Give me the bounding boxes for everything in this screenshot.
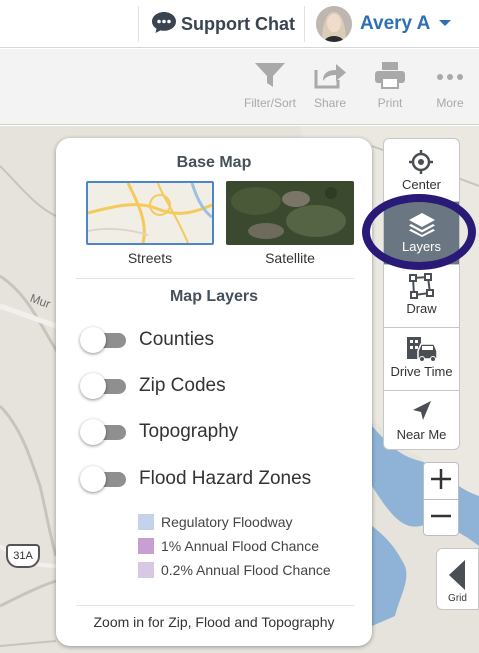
zoom-control	[423, 462, 459, 536]
base-map-title: Base Map	[176, 154, 252, 171]
near-me-button[interactable]: Near Me	[384, 391, 459, 449]
counties-label: Counties	[139, 329, 214, 350]
avatar	[316, 6, 352, 42]
zoom-in-button[interactable]	[424, 463, 458, 499]
center-label: Center	[401, 177, 442, 192]
zip-codes-label: Zip Codes	[139, 375, 226, 396]
route-shield-label: 31A	[13, 550, 33, 562]
filter-sort-label: Filter/Sort	[243, 96, 296, 110]
chevron-left-icon	[447, 559, 467, 596]
toggle-switch[interactable]	[80, 327, 126, 353]
drive-time-label: Drive Time	[390, 364, 453, 379]
action-toolbar: Filter/Sort Share Print More	[0, 49, 479, 125]
streets-label: Streets	[127, 250, 173, 266]
layers-button[interactable]: Layers	[384, 202, 459, 264]
plus-icon	[430, 468, 452, 495]
topography-label: Topography	[139, 421, 239, 442]
layers-icon	[408, 211, 436, 242]
legend-label: 0.2% Annual Flood Chance	[161, 562, 331, 578]
section-divider	[76, 278, 354, 279]
topography-layer-toggle[interactable]: Topography	[80, 419, 239, 445]
legend-item: 0.2% Annual Flood Chance	[138, 562, 331, 578]
more-icon	[434, 74, 466, 93]
filter-sort-button[interactable]: Filter/Sort	[240, 61, 300, 110]
legend-swatch	[138, 538, 154, 554]
crosshair-icon	[408, 149, 434, 180]
flood-hazard-layer-toggle[interactable]: Flood Hazard Zones	[80, 466, 312, 492]
minus-icon	[430, 505, 452, 532]
drive-time-button[interactable]: Drive Time	[384, 328, 459, 390]
satellite-label: Satellite	[265, 250, 315, 266]
caret-down-icon	[438, 15, 452, 33]
filter-icon	[254, 63, 286, 93]
legend-label: Regulatory Floodway	[161, 514, 293, 530]
print-icon	[374, 62, 406, 93]
share-label: Share	[313, 96, 347, 110]
route-shield-icon: 31A	[6, 544, 40, 568]
legend-label: 1% Annual Flood Chance	[161, 538, 319, 554]
toggle-switch[interactable]	[80, 419, 126, 445]
share-button[interactable]: Share	[300, 61, 360, 110]
print-button[interactable]: Print	[360, 61, 420, 110]
support-chat-button[interactable]: Support Chat	[151, 10, 295, 39]
more-label: More	[436, 96, 464, 110]
user-name: Avery A	[360, 13, 431, 34]
grid-label: Grid	[448, 593, 467, 604]
location-arrow-icon	[411, 400, 433, 427]
draw-button[interactable]: Draw	[384, 265, 459, 327]
legend-item: Regulatory Floodway	[138, 514, 293, 530]
satellite-base-map-tile[interactable]	[226, 181, 354, 245]
toggle-switch[interactable]	[80, 466, 126, 492]
legend-item: 1% Annual Flood Chance	[138, 538, 319, 554]
near-me-label: Near Me	[396, 427, 447, 442]
legend-swatch	[138, 562, 154, 578]
draw-polygon-icon	[408, 273, 434, 304]
chat-bubble-icon	[151, 10, 177, 39]
header-divider	[138, 6, 139, 42]
flood-hazard-label: Flood Hazard Zones	[139, 468, 312, 489]
map-tools: Center Layers Draw Drive Time Near Me	[383, 138, 460, 450]
counties-layer-toggle[interactable]: Counties	[80, 327, 214, 353]
top-header: Support Chat Avery A	[0, 0, 479, 48]
map-layers-title: Map Layers	[169, 288, 259, 305]
user-menu[interactable]: Avery A	[316, 6, 452, 42]
more-button[interactable]: More	[420, 61, 479, 110]
section-divider	[76, 605, 354, 606]
toggle-switch[interactable]	[80, 373, 126, 399]
share-icon	[313, 64, 347, 93]
draw-label: Draw	[406, 301, 437, 316]
layers-label: Layers	[401, 239, 442, 254]
grid-button[interactable]: Grid	[436, 548, 479, 610]
header-divider	[304, 6, 305, 42]
zoom-hint: Zoom in for Zip, Flood and Topography	[93, 614, 335, 630]
legend-swatch	[138, 514, 154, 530]
streets-base-map-tile[interactable]	[86, 181, 214, 245]
center-button[interactable]: Center	[384, 139, 459, 201]
layers-panel: Base Map Streets Satellite Map Layers Co…	[56, 138, 372, 646]
print-label: Print	[377, 96, 403, 110]
zoom-out-button[interactable]	[424, 500, 458, 536]
zip-codes-layer-toggle[interactable]: Zip Codes	[80, 373, 226, 399]
support-chat-label: Support Chat	[181, 14, 295, 34]
